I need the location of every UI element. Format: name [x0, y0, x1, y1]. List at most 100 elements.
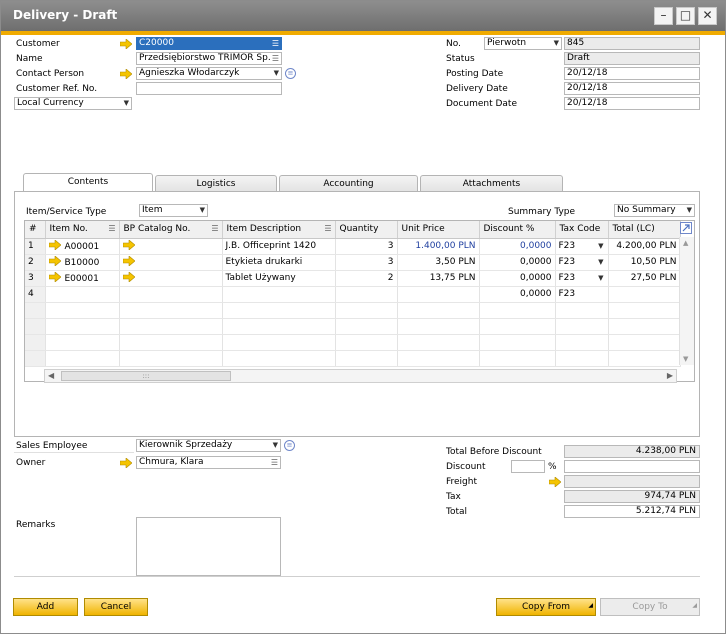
quantity-cell[interactable]: 2 [335, 270, 398, 287]
series-select[interactable]: Pierwotn [484, 37, 562, 50]
empty-cell[interactable] [608, 334, 681, 351]
item-number-cell[interactable] [45, 286, 120, 303]
quantity-cell[interactable] [335, 286, 398, 303]
column-header[interactable]: BP Catalog No. ☰ [119, 221, 223, 239]
tax-code-cell[interactable]: F23 ▼ [555, 254, 609, 271]
list-icon[interactable]: ☰ [324, 224, 331, 233]
empty-cell[interactable] [479, 302, 556, 319]
link-arrow-icon[interactable] [48, 272, 61, 282]
table-row[interactable] [25, 318, 681, 335]
cancel-button[interactable]: Cancel [84, 598, 148, 616]
empty-cell[interactable] [397, 334, 480, 351]
empty-cell[interactable] [45, 350, 120, 367]
empty-cell[interactable] [222, 318, 336, 335]
empty-cell[interactable] [479, 350, 556, 367]
close-icon[interactable]: ✕ [698, 7, 717, 25]
unit-price-cell[interactable]: 13,75 PLN [397, 270, 480, 287]
discount-amount-field[interactable] [564, 460, 700, 473]
item-description-cell[interactable]: Tablet Używany [222, 270, 336, 287]
empty-cell[interactable] [335, 334, 398, 351]
item-number-cell[interactable]: A00001 [45, 238, 120, 255]
empty-cell[interactable] [555, 302, 609, 319]
empty-cell[interactable] [335, 318, 398, 335]
empty-cell[interactable] [479, 318, 556, 335]
empty-cell[interactable] [119, 318, 223, 335]
quantity-cell[interactable]: 3 [335, 238, 398, 255]
discount-cell[interactable]: 0,0000 [479, 270, 556, 287]
customer-ref-field[interactable] [136, 82, 282, 95]
empty-cell[interactable] [222, 334, 336, 351]
owner-field[interactable]: Chmura, Klara ☰ [136, 456, 281, 469]
bp-catalog-cell[interactable] [119, 238, 223, 255]
table-row[interactable]: 3 E00001 Tablet Używany 2 13,75 PLN 0,00… [25, 270, 681, 287]
copy-from-button[interactable]: Copy From ◢ [496, 598, 596, 616]
empty-cell[interactable] [555, 318, 609, 335]
currency-select[interactable]: Local Currency [14, 97, 132, 110]
tab-contents[interactable]: Contents [23, 173, 153, 192]
item-description-cell[interactable]: J.B. Officeprint 1420 [222, 238, 336, 255]
unit-price-cell[interactable] [397, 286, 480, 303]
link-arrow-icon[interactable] [122, 272, 135, 282]
scroll-left-icon[interactable]: ◀ [48, 371, 54, 380]
column-header[interactable]: Tax Code [555, 221, 609, 239]
link-arrow-icon[interactable] [48, 256, 61, 266]
unit-price-cell[interactable]: 3,50 PLN [397, 254, 480, 271]
empty-cell[interactable] [479, 334, 556, 351]
empty-cell[interactable] [555, 334, 609, 351]
total-cell[interactable] [608, 286, 681, 303]
empty-cell[interactable] [608, 318, 681, 335]
minimize-icon[interactable]: – [654, 7, 673, 25]
empty-cell[interactable] [335, 350, 398, 367]
tax-code-cell[interactable]: F23 [555, 286, 609, 303]
list-icon[interactable]: ☰ [272, 53, 279, 64]
chevron-down-icon[interactable]: ▼ [598, 258, 603, 266]
column-header[interactable]: Item Description ☰ [222, 221, 336, 239]
column-header[interactable]: Quantity [335, 221, 398, 239]
empty-cell[interactable] [397, 318, 480, 335]
empty-cell[interactable] [45, 302, 120, 319]
empty-cell[interactable] [222, 350, 336, 367]
tax-code-cell[interactable]: F23 ▼ [555, 238, 609, 255]
item-type-select[interactable]: Item [139, 204, 208, 217]
list-icon[interactable]: ☰ [108, 224, 115, 233]
tab-accounting[interactable]: Accounting [279, 175, 418, 192]
column-header[interactable]: Total (LC) [608, 221, 681, 239]
scroll-up-icon[interactable]: ▲ [683, 239, 688, 247]
sales-employee-select[interactable]: Kierownik Sprzedaży [136, 439, 281, 452]
link-arrow-icon[interactable] [122, 256, 135, 266]
table-row[interactable]: 2 B10000 Etykieta drukarki 3 3,50 PLN 0,… [25, 254, 681, 271]
maximize-icon[interactable]: □ [676, 7, 695, 25]
table-row[interactable] [25, 302, 681, 319]
tab-attachments[interactable]: Attachments [420, 175, 563, 192]
table-row[interactable] [25, 350, 681, 367]
table-row[interactable] [25, 334, 681, 351]
contact-person-select[interactable]: Agnieszka Włodarczyk [136, 67, 282, 80]
link-arrow-icon[interactable] [549, 477, 561, 487]
column-header[interactable]: Item No. ☰ [45, 221, 120, 239]
link-arrow-icon[interactable] [48, 240, 61, 250]
link-arrow-icon[interactable] [122, 240, 135, 250]
customer-field[interactable]: C20000 ☰ [136, 37, 282, 50]
item-description-cell[interactable] [222, 286, 336, 303]
table-row[interactable]: 1 A00001 J.B. Officeprint 1420 3 1.400,0… [25, 238, 681, 255]
posting-date-field[interactable]: 20/12/18 [564, 67, 700, 80]
vertical-scrollbar[interactable]: ▲ ▼ [679, 237, 694, 365]
expand-icon[interactable] [680, 222, 692, 234]
tab-logistics[interactable]: Logistics [155, 175, 277, 192]
details-icon[interactable]: ≡ [285, 68, 296, 79]
column-header[interactable]: # [25, 221, 46, 239]
link-arrow-icon[interactable] [120, 39, 132, 49]
empty-cell[interactable] [397, 302, 480, 319]
tax-code-cell[interactable]: F23 ▼ [555, 270, 609, 287]
horizontal-scrollbar[interactable]: ◀ ::: ▶ [44, 369, 677, 383]
details-icon[interactable]: ≡ [284, 440, 295, 451]
empty-cell[interactable] [45, 318, 120, 335]
total-cell[interactable]: 4.200,00 PLN [608, 238, 681, 255]
list-icon[interactable]: ☰ [272, 38, 279, 49]
quantity-cell[interactable]: 3 [335, 254, 398, 271]
list-icon[interactable]: ☰ [271, 457, 278, 468]
total-cell[interactable]: 10,50 PLN [608, 254, 681, 271]
empty-cell[interactable] [119, 350, 223, 367]
empty-cell[interactable] [222, 302, 336, 319]
scroll-right-icon[interactable]: ▶ [667, 371, 673, 380]
